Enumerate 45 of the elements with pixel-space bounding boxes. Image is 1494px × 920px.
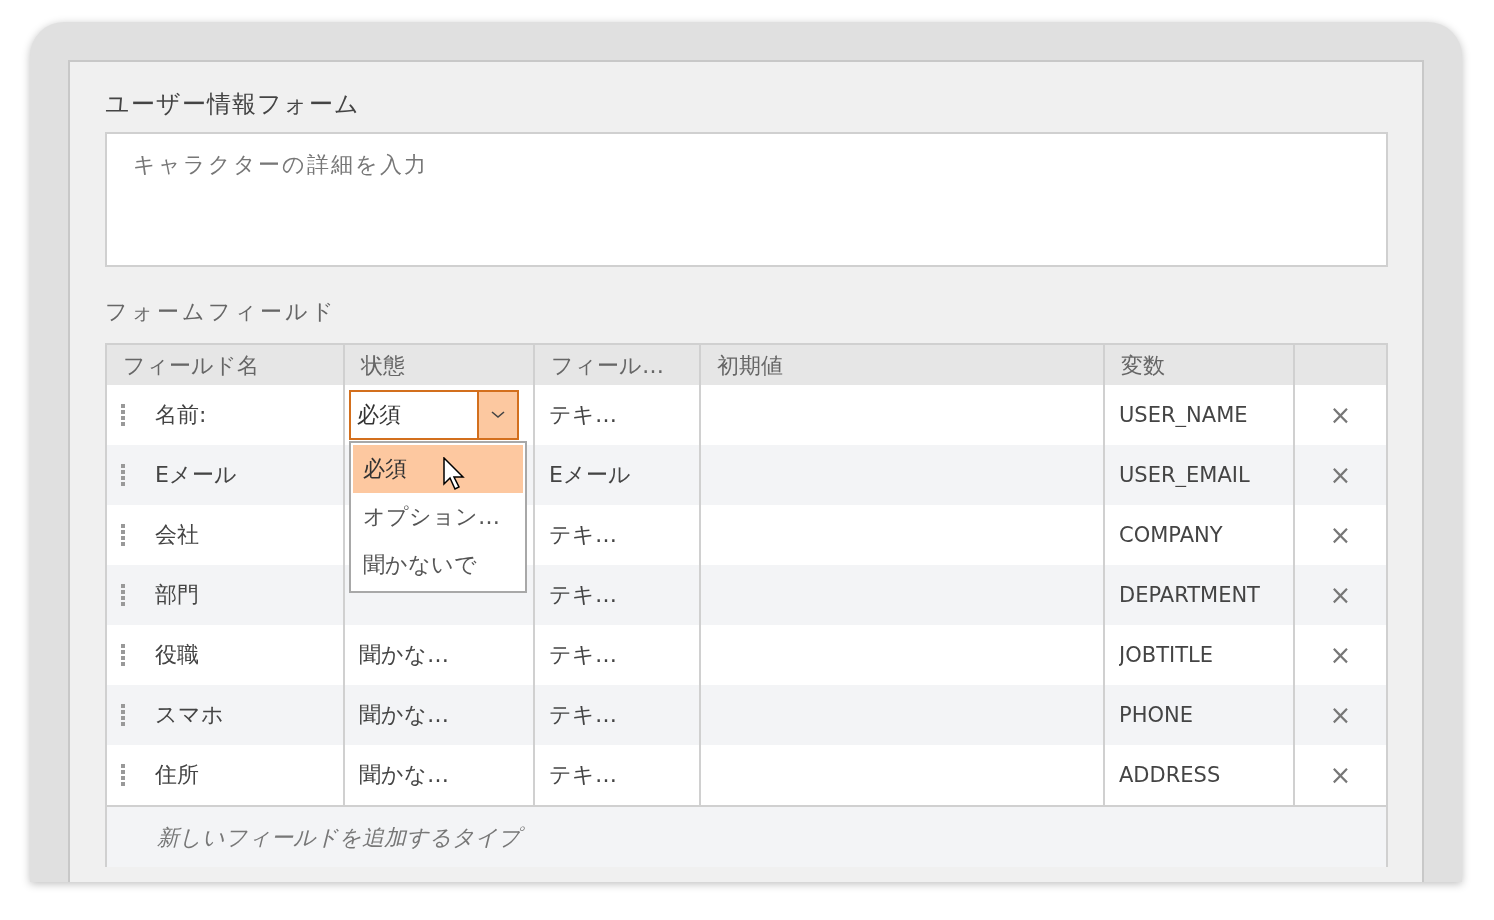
field-type: Eメール bbox=[549, 461, 631, 489]
drag-handle-icon[interactable] bbox=[121, 404, 125, 426]
field-type: テキ… bbox=[549, 761, 617, 789]
variable-name: USER_NAME bbox=[1119, 403, 1248, 427]
status-text: 聞かな… bbox=[359, 761, 449, 789]
delete-button[interactable]: × bbox=[1325, 520, 1356, 550]
status-text: 聞かな… bbox=[359, 701, 449, 729]
delete-button[interactable]: × bbox=[1325, 460, 1356, 490]
field-type: テキ… bbox=[549, 641, 617, 669]
field-type: テキ… bbox=[549, 581, 617, 609]
field-name: Eメール bbox=[155, 461, 237, 489]
drag-handle-icon[interactable] bbox=[121, 644, 125, 666]
delete-button[interactable]: × bbox=[1325, 700, 1356, 730]
new-field-input[interactable]: 新しいフィールドを追加するタイプ bbox=[107, 806, 1386, 868]
field-name: 会社 bbox=[155, 521, 199, 549]
status-text: 聞かな… bbox=[359, 641, 449, 669]
delete-button[interactable]: × bbox=[1325, 760, 1356, 790]
form-title: ユーザー情報フォーム bbox=[105, 89, 361, 120]
drag-handle-icon[interactable] bbox=[121, 704, 125, 726]
mouse-cursor-icon bbox=[443, 457, 465, 491]
delete-button[interactable]: × bbox=[1325, 580, 1356, 610]
field-type: テキ… bbox=[549, 521, 617, 549]
drag-handle-icon[interactable] bbox=[121, 524, 125, 546]
menu-option[interactable]: 必須 bbox=[353, 445, 523, 493]
field-type: テキ… bbox=[549, 401, 617, 429]
variable-name: PHONE bbox=[1119, 703, 1193, 727]
field-name: 役職 bbox=[155, 641, 199, 669]
field-name: 名前: bbox=[155, 401, 207, 429]
drag-handle-icon[interactable] bbox=[121, 464, 125, 486]
delete-button[interactable]: × bbox=[1325, 400, 1356, 430]
variable-name: DEPARTMENT bbox=[1119, 583, 1260, 607]
section-label: フォームフィールド bbox=[105, 298, 338, 326]
field-name: スマホ bbox=[155, 701, 224, 729]
drag-handle-icon[interactable] bbox=[121, 584, 125, 606]
field-type: テキ… bbox=[549, 701, 617, 729]
drag-handle-icon[interactable] bbox=[121, 764, 125, 786]
variable-name: COMPANY bbox=[1119, 523, 1223, 547]
chevron-down-icon bbox=[491, 411, 505, 419]
variable-name: ADDRESS bbox=[1119, 763, 1221, 787]
field-name: 部門 bbox=[155, 581, 199, 609]
description-field[interactable]: キャラクターの詳細を入力 bbox=[105, 132, 1388, 267]
field-name: 住所 bbox=[155, 761, 199, 789]
delete-button[interactable]: × bbox=[1325, 640, 1356, 670]
status-select[interactable]: 必須 bbox=[349, 390, 519, 440]
variable-name: USER_EMAIL bbox=[1119, 463, 1250, 487]
